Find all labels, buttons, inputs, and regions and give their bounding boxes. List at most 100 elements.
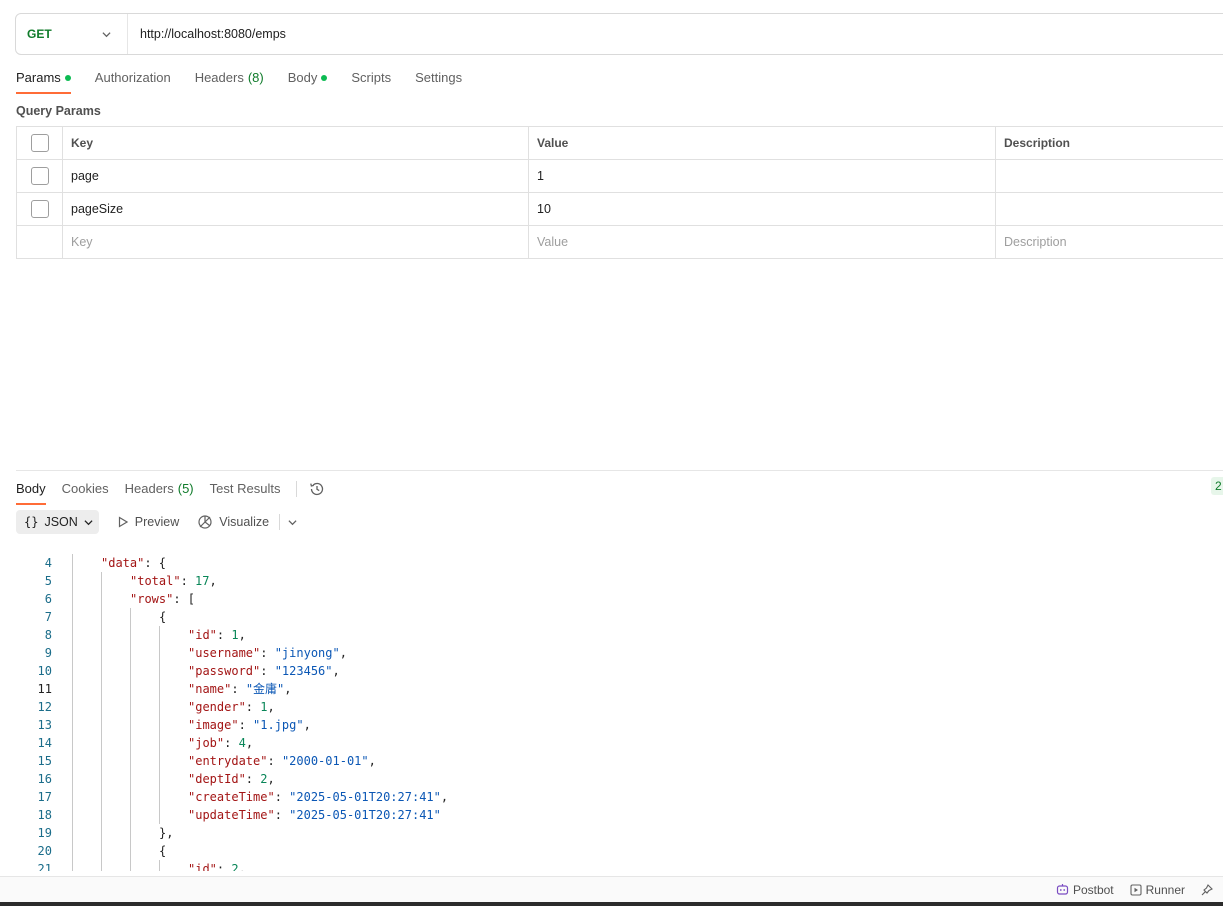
indent-guide <box>72 572 73 590</box>
visualize-label: Visualize <box>219 515 270 529</box>
code-token: "total" <box>130 574 181 588</box>
code-token: , <box>332 664 340 678</box>
indent-guide <box>72 590 73 608</box>
code-token: : <box>238 718 254 732</box>
code-token: "2025-05-01T20:27:41" <box>289 790 441 804</box>
code-token: : <box>224 736 239 750</box>
code-text: "id": 1, <box>188 626 246 644</box>
indent-guide <box>130 662 131 680</box>
new-value-input[interactable]: Value <box>529 226 996 258</box>
tab-headers-label: Headers <box>194 70 244 85</box>
line-number: 14 <box>37 736 52 750</box>
indent-guide <box>101 626 102 644</box>
code-token: "2025-05-01T20:27:41" <box>289 808 441 822</box>
param-description-cell[interactable] <box>996 193 1223 225</box>
code-token: : <box>260 664 275 678</box>
history-icon[interactable] <box>309 481 325 497</box>
indent-guide <box>130 626 131 644</box>
tab-divider <box>296 480 298 497</box>
url-input[interactable]: http://localhost:8080/emps <box>128 27 286 41</box>
indent-guide <box>159 752 160 770</box>
tab-authorization[interactable]: Authorization <box>95 70 171 94</box>
line-number: 11 <box>37 682 52 696</box>
code-token: { <box>159 844 167 858</box>
code-token: 4 <box>238 736 246 750</box>
indent-guide <box>130 806 131 824</box>
code-line: 4 "data": { <box>0 554 1223 572</box>
visualize-icon <box>198 515 212 529</box>
tab-params[interactable]: Params <box>16 70 71 94</box>
indent-guide <box>101 590 102 608</box>
code-text: "total": 17, <box>130 572 217 590</box>
code-token: "jinyong" <box>274 646 340 660</box>
postbot-label: Postbot <box>1072 882 1114 897</box>
line-number: 18 <box>37 808 52 822</box>
indent-guide <box>101 788 102 806</box>
chevron-down-icon <box>84 519 93 525</box>
code-token: , <box>284 682 292 696</box>
code-token: 1 <box>231 628 239 642</box>
query-params-title: Query Params <box>16 104 101 118</box>
method-select[interactable]: GET <box>16 14 128 54</box>
param-description-cell[interactable] <box>996 160 1223 192</box>
row-checkbox[interactable] <box>30 167 49 185</box>
response-tab-cookies[interactable]: Cookies <box>62 473 109 505</box>
code-line: 11 "name": "金庸", <box>0 680 1223 698</box>
visualize-options-chevron-icon[interactable] <box>288 518 297 527</box>
response-body-code[interactable]: 4 "data": {5 "total": 17, 6 "rows": [7{8 "id"… <box>0 545 1223 871</box>
indent-guide <box>159 698 160 716</box>
method-label: GET <box>27 27 52 41</box>
response-tabs: Body Cookies Headers (5) Test Results <box>16 470 1223 505</box>
indent-guide <box>159 644 160 662</box>
indent-guide <box>130 734 131 752</box>
row-checkbox[interactable] <box>30 200 49 218</box>
runner-button[interactable]: Runner <box>1130 883 1185 897</box>
tab-settings[interactable]: Settings <box>415 70 462 94</box>
response-tab-test-results-label: Test Results <box>209 481 281 496</box>
response-tab-test-results[interactable]: Test Results <box>210 473 281 505</box>
tab-scripts[interactable]: Scripts <box>351 70 391 94</box>
response-tab-body[interactable]: Body <box>16 473 46 505</box>
format-select[interactable]: {} JSON <box>16 510 99 534</box>
param-key-cell[interactable]: page <box>63 160 529 192</box>
postbot-button[interactable]: Postbot <box>1056 883 1114 897</box>
param-key-cell[interactable]: pageSize <box>63 193 529 225</box>
preview-button[interactable]: Preview <box>117 515 179 529</box>
new-description-input[interactable]: Description <box>996 226 1223 258</box>
code-line: 20 { <box>0 842 1223 860</box>
tab-headers[interactable]: Headers (8) <box>195 70 264 94</box>
code-text: { <box>159 842 166 860</box>
line-number: 21 <box>37 862 52 871</box>
indent-guide <box>72 608 73 626</box>
table-row: page 1 <box>17 160 1223 193</box>
line-number: 4 <box>44 556 52 570</box>
indent-guide <box>159 734 160 752</box>
tab-body-label: Body <box>287 70 318 85</box>
code-token: "gender" <box>188 700 246 714</box>
code-token: "123456" <box>274 664 333 678</box>
request-tabs: Params Authorization Headers (8) Body Sc… <box>16 70 486 96</box>
indent-guide <box>101 734 102 752</box>
indent-guide <box>159 788 160 806</box>
select-all-checkbox[interactable] <box>30 134 49 152</box>
response-tab-headers[interactable]: Headers (5) <box>125 473 194 505</box>
indent-guide <box>72 806 73 824</box>
param-value-cell[interactable]: 1 <box>529 160 996 192</box>
code-token: "createTime" <box>188 790 275 804</box>
indent-guide <box>101 662 102 680</box>
pin-button[interactable] <box>1201 883 1217 896</box>
select-all-cell <box>17 127 63 159</box>
visualize-button[interactable]: Visualize <box>197 514 269 530</box>
code-token: "name" <box>188 682 232 696</box>
code-text: "image": "1.jpg", <box>188 716 311 734</box>
tab-body[interactable]: Body <box>288 70 328 94</box>
code-line: 21 "id": 2, <box>0 860 1223 871</box>
new-key-input[interactable]: Key <box>63 226 529 258</box>
param-value-cell[interactable]: 10 <box>529 193 996 225</box>
code-token: : <box>245 772 261 786</box>
column-header-value: Value <box>529 127 996 159</box>
indent-guide <box>130 770 131 788</box>
code-line: 9 "username": "jinyong", <box>0 644 1223 662</box>
code-token: , <box>209 574 217 588</box>
code-text: "username": "jinyong", <box>188 644 347 662</box>
